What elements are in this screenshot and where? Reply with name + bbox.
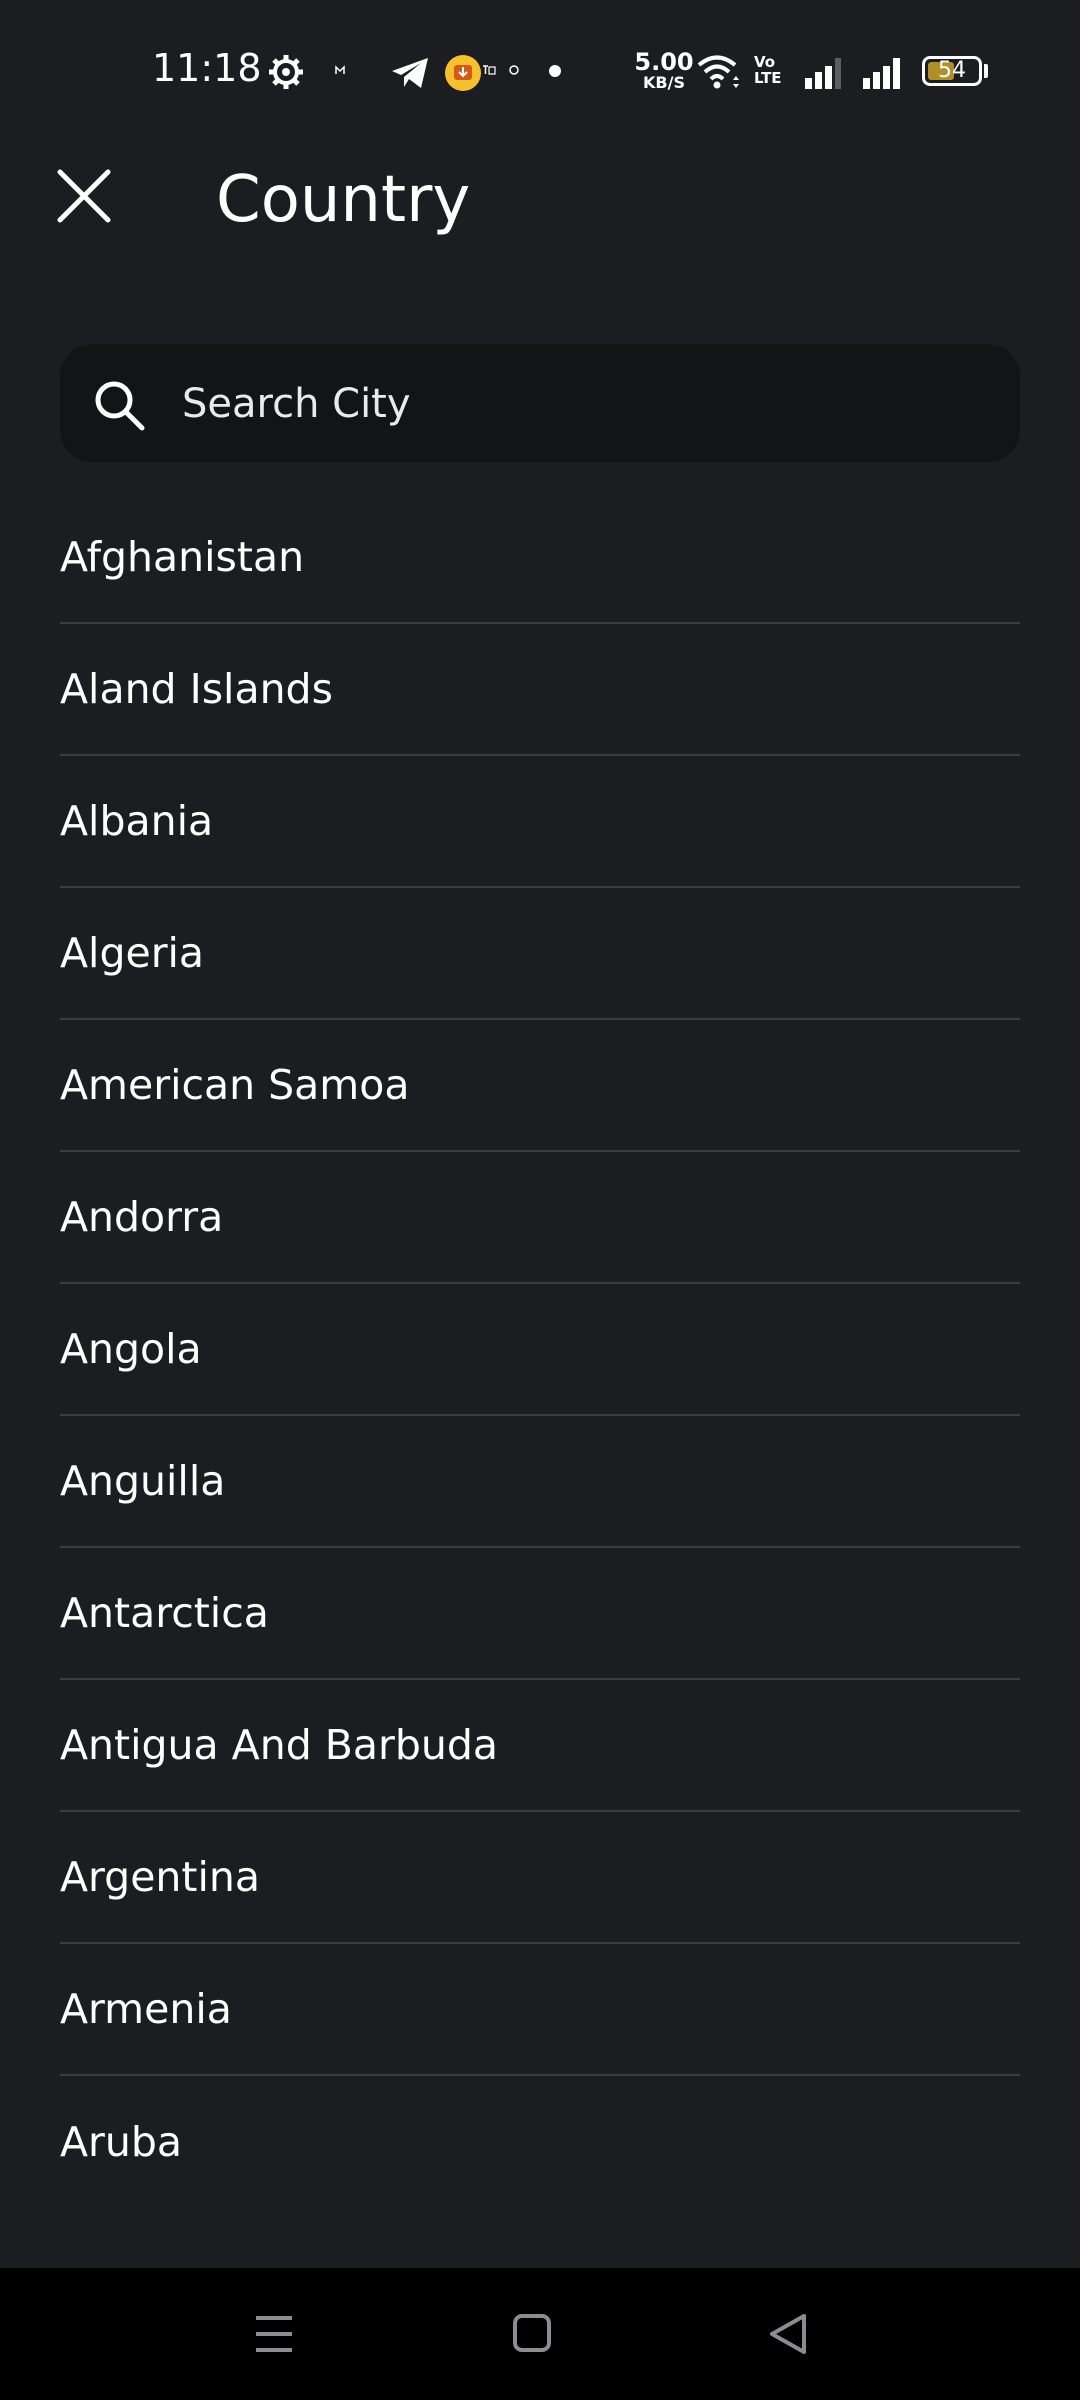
small-status-icon: [335, 65, 345, 74]
download-notification-icon: [445, 55, 481, 91]
network-speed-unit: KB/S: [643, 73, 685, 92]
country-list-item[interactable]: Aland Islands: [60, 624, 1020, 756]
page-title: Country: [216, 163, 471, 237]
volte-bottom: LTE: [754, 69, 782, 87]
close-icon: [57, 169, 111, 223]
country-list-item[interactable]: Aruba: [60, 2076, 1020, 2208]
search-input[interactable]: [180, 364, 984, 444]
search-icon: [95, 381, 145, 431]
country-list-item[interactable]: Albania: [60, 756, 1020, 888]
battery-level: 54: [938, 58, 966, 83]
country-picker-screen: 11:18 5.00 KB/S Vo LTE 54 Country Search…: [0, 0, 1080, 2400]
battery-icon: 54: [922, 56, 982, 86]
country-list-item[interactable]: Antarctica: [60, 1548, 1020, 1680]
settings-gear-icon: [269, 55, 303, 89]
country-list-item[interactable]: Andorra: [60, 1152, 1020, 1284]
country-list-item[interactable]: Angola: [60, 1284, 1020, 1416]
country-list-item[interactable]: Armenia: [60, 1944, 1020, 2076]
signal-sim1-icon: [805, 58, 841, 89]
country-list-item[interactable]: Afghanistan: [60, 492, 1020, 624]
country-list-item[interactable]: Anguilla: [60, 1416, 1020, 1548]
telegram-icon: [392, 58, 428, 88]
wifi-icon: [697, 55, 739, 89]
signal-sim2-icon: [863, 58, 900, 89]
volte-indicator: Vo LTE: [754, 54, 782, 86]
battery-tip: [984, 64, 988, 78]
country-list-item[interactable]: Antigua And Barbuda: [60, 1680, 1020, 1812]
home-icon[interactable]: [500, 2304, 564, 2364]
close-button[interactable]: [48, 160, 120, 232]
small-status-icon: [509, 65, 519, 75]
search-box[interactable]: [60, 344, 1020, 462]
country-list-item[interactable]: Argentina: [60, 1812, 1020, 1944]
network-speed: 5.00 KB/S: [632, 50, 696, 92]
menu-icon[interactable]: [242, 2304, 306, 2364]
back-icon[interactable]: [758, 2304, 822, 2364]
network-speed-value: 5.00: [634, 48, 694, 76]
status-time: 11:18: [152, 46, 262, 90]
country-list-item[interactable]: American Samoa: [60, 1020, 1020, 1152]
country-list-item[interactable]: Algeria: [60, 888, 1020, 1020]
small-status-icon: [483, 65, 496, 75]
status-bar: 11:18 5.00 KB/S Vo LTE 54: [0, 0, 1080, 130]
navigation-bar: [0, 2268, 1080, 2400]
volte-top: Vo: [754, 53, 776, 71]
country-list: Afghanistan Aland Islands Albania Algeria Am…: [60, 492, 1020, 2208]
dot-icon: [549, 65, 561, 77]
